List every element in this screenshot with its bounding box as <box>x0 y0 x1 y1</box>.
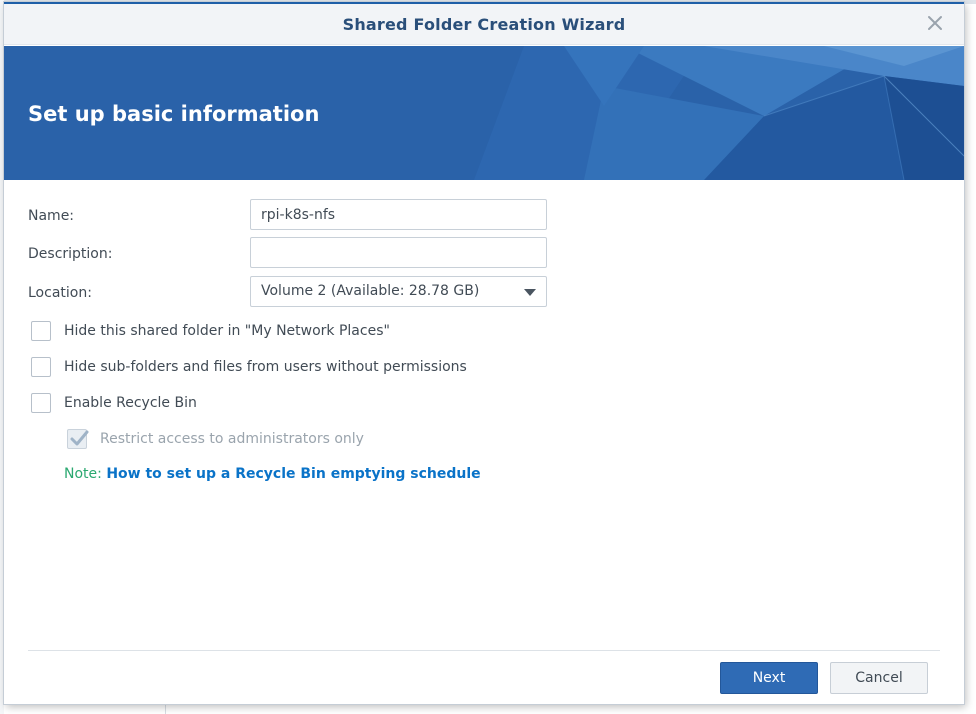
location-label: Location: <box>28 285 92 301</box>
hide-subfolders-checkbox[interactable] <box>31 357 51 377</box>
recycle-bin-schedule-link[interactable]: How to set up a Recycle Bin emptying sch… <box>106 466 480 482</box>
page-title: Set up basic information <box>28 102 320 126</box>
chevron-down-icon <box>524 289 536 296</box>
restrict-admins-label: Restrict access to administrators only <box>100 431 364 447</box>
hide-network-places-label: Hide this shared folder in "My Network P… <box>64 323 390 339</box>
name-field[interactable] <box>250 199 547 230</box>
recycle-bin-note: Note: How to set up a Recycle Bin emptyi… <box>64 466 481 482</box>
hide-network-places-checkbox[interactable] <box>31 321 51 341</box>
checkmark-icon <box>70 430 89 446</box>
location-select[interactable]: Volume 2 (Available: 28.78 GB) <box>250 276 547 307</box>
enable-recycle-bin-label: Enable Recycle Bin <box>64 395 197 411</box>
restrict-admins-checkbox[interactable] <box>67 429 89 449</box>
cancel-button[interactable]: Cancel <box>830 662 928 694</box>
footer-divider <box>28 650 940 651</box>
dialog-titlebar: Shared Folder Creation Wizard <box>4 4 964 45</box>
next-button[interactable]: Next <box>720 662 818 694</box>
hide-subfolders-label: Hide sub-folders and files from users wi… <box>64 359 467 375</box>
dialog-title: Shared Folder Creation Wizard <box>342 15 626 34</box>
note-prefix: Note: <box>64 466 102 482</box>
description-field[interactable] <box>250 237 547 268</box>
location-selected-value: Volume 2 (Available: 28.78 GB) <box>261 283 480 299</box>
name-label: Name: <box>28 208 75 224</box>
wizard-dialog: Shared Folder Creation Wizard Set up bas… <box>4 2 964 704</box>
close-icon[interactable] <box>924 12 946 34</box>
enable-recycle-bin-checkbox[interactable] <box>31 393 51 413</box>
description-label: Description: <box>28 246 113 262</box>
wizard-banner: Set up basic information <box>4 46 964 180</box>
